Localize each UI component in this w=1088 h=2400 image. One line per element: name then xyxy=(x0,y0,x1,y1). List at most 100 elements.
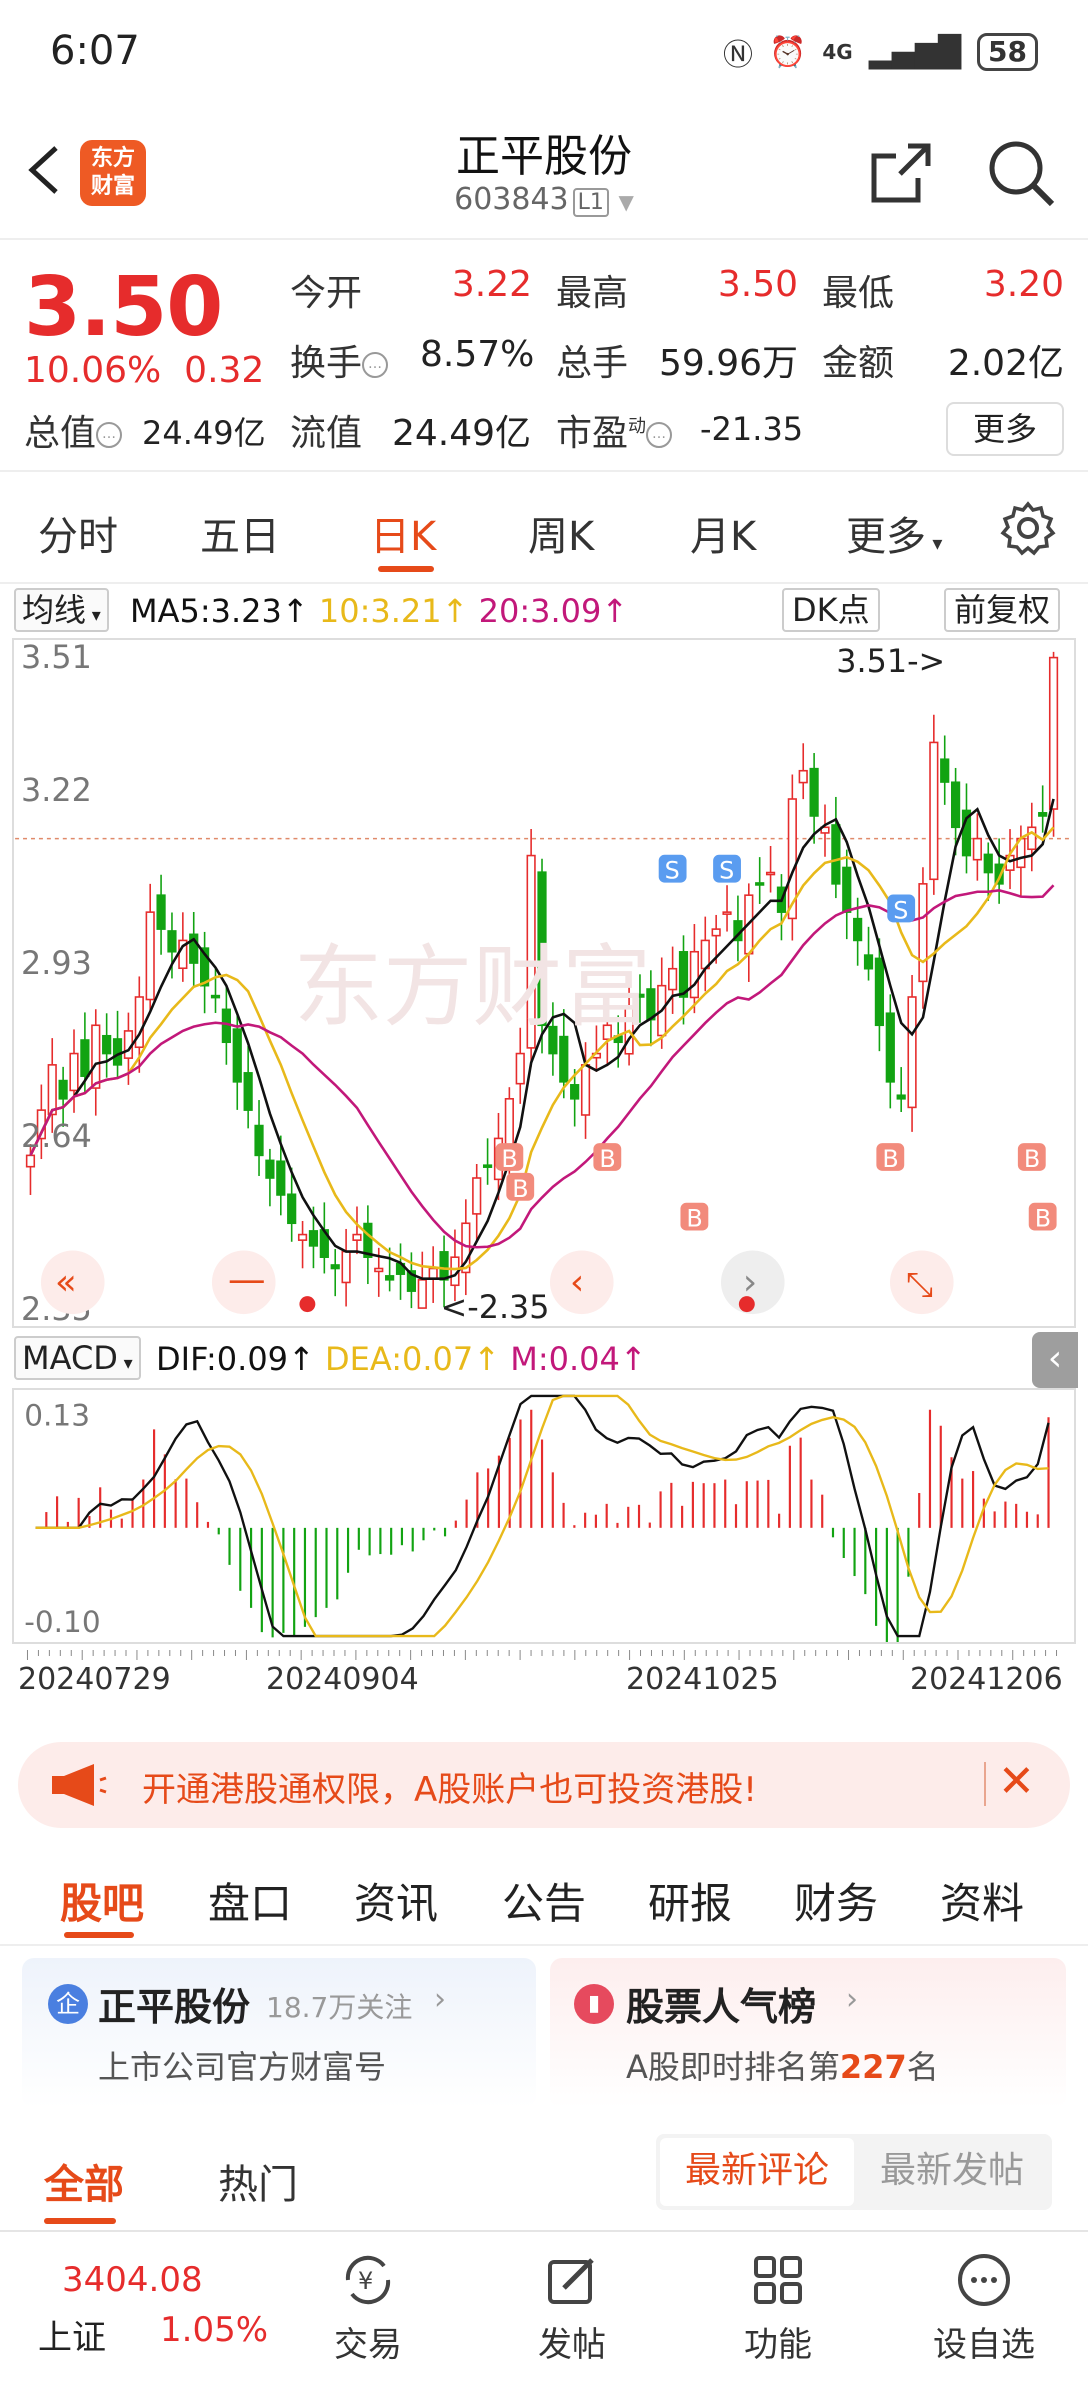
candle-body xyxy=(1038,812,1048,817)
status-bar: 6:07 Ⓝ ⏰ 4G ▂▄▆█ 58 xyxy=(0,0,1088,110)
marker-label: B xyxy=(512,1175,528,1203)
candle-body xyxy=(439,1251,449,1281)
nfc-icon: Ⓝ xyxy=(723,38,754,73)
date-label: 20240904 xyxy=(266,1662,419,1697)
search-icon[interactable] xyxy=(986,138,1056,208)
macd-indicator-bar: MACD ▾ DIF:0.09↑ DEA:0.07↑ M:0.04↑ ‹ xyxy=(0,1332,1088,1388)
high-label: 最高 xyxy=(556,273,629,314)
candle-body xyxy=(515,1052,525,1085)
tab-forum[interactable]: 股吧 xyxy=(60,1870,144,1931)
tab-research[interactable]: 研报 xyxy=(648,1870,732,1931)
turnover-label[interactable]: 换手… xyxy=(290,334,389,386)
candle-body xyxy=(58,1079,68,1100)
official-account-card[interactable]: 企 正平股份 18.7万关注 › 上市公司官方财富号 xyxy=(22,1958,536,2108)
tab-financials[interactable]: 财务 xyxy=(794,1870,878,1931)
nav-trade[interactable]: ¥ 交易 xyxy=(298,2252,438,2366)
low-value: 3.20 xyxy=(983,264,1064,305)
tab-weekly-k[interactable]: 周K xyxy=(528,504,594,562)
minus-icon: — xyxy=(228,1257,266,1301)
candle-body xyxy=(711,928,721,937)
sort-latest-comment[interactable]: 最新评论 xyxy=(660,2138,854,2206)
tab-more[interactable]: 更多 ▾ xyxy=(846,504,942,562)
candle-body xyxy=(385,1275,395,1281)
candle-body xyxy=(983,853,993,874)
macd-chart[interactable]: 0.13 -0.10 xyxy=(12,1388,1076,1644)
follower-count: 18.7万关注 xyxy=(266,1991,413,2024)
chevron-right-icon: › xyxy=(434,1982,446,2017)
candle-body xyxy=(1048,656,1059,810)
chevron-right-icon: › xyxy=(846,1982,858,2017)
svg-text:¥: ¥ xyxy=(358,2267,373,2295)
nav-label: 功能 xyxy=(744,2325,812,2365)
status-time: 6:07 xyxy=(50,28,140,74)
gear-icon[interactable] xyxy=(1000,500,1056,556)
candle-body xyxy=(863,954,874,970)
section-tabs: 股吧 盘口 资讯 公告 研报 财务 资料 xyxy=(0,1856,1088,1946)
high-annotation: 3.51-> xyxy=(836,642,945,680)
active-tab-indicator xyxy=(44,2218,116,2224)
y-label: 3.22 xyxy=(21,771,92,809)
tab-news[interactable]: 资讯 xyxy=(354,1870,438,1931)
watermark: 东方财富 xyxy=(293,936,651,1040)
candle-body xyxy=(482,1164,493,1168)
pe-label[interactable]: 市盈动… xyxy=(556,404,673,456)
tab-hot[interactable]: 热门 xyxy=(218,2152,298,2210)
tab-announcements[interactable]: 公告 xyxy=(502,1870,586,1931)
bar-chart-icon: ▮ xyxy=(574,1984,614,2024)
candle-body xyxy=(254,1124,264,1157)
nav-functions[interactable]: 功能 xyxy=(708,2252,848,2366)
mktcap-label[interactable]: 总值… xyxy=(24,404,123,456)
open-value: 3.22 xyxy=(451,264,532,305)
promo-banner[interactable]: 开通港股通权限，A股账户也可投资港股! ✕ xyxy=(18,1742,1070,1828)
candle-body xyxy=(765,871,776,876)
more-button[interactable]: 更多 xyxy=(946,402,1064,456)
candle-body xyxy=(210,994,221,999)
float-label: 流值 xyxy=(290,413,363,454)
candle-body xyxy=(25,1154,36,1168)
more-dots-icon xyxy=(958,2254,1010,2306)
period-tabs: 分时 五日 日K 周K 月K 更多 ▾ xyxy=(0,474,1088,584)
candle-body xyxy=(472,1177,482,1215)
megaphone-icon xyxy=(52,1764,107,1806)
adjust-button[interactable]: 前复权 xyxy=(944,588,1061,632)
dk-point-button[interactable]: DK点 xyxy=(782,588,880,632)
collapse-panel-button[interactable]: ‹ xyxy=(1032,1332,1078,1388)
tab-all[interactable]: 全部 xyxy=(44,2152,124,2210)
macd-select[interactable]: MACD ▾ xyxy=(14,1336,141,1380)
info-icon: … xyxy=(96,422,123,448)
battery-icon: 58 xyxy=(977,33,1038,71)
tab-orderbook[interactable]: 盘口 xyxy=(208,1870,292,1931)
tab-daily-k[interactable]: 日K xyxy=(370,504,436,562)
date-label: 20241025 xyxy=(626,1662,779,1697)
nav-label: 发帖 xyxy=(538,2325,606,2365)
candle-body xyxy=(722,911,732,915)
sort-latest-post[interactable]: 最新发帖 xyxy=(856,2138,1048,2206)
ma5-value: MA5:3.23↑ xyxy=(130,592,309,630)
dropdown-icon: ▼ xyxy=(618,190,634,214)
close-icon[interactable]: ✕ xyxy=(998,1756,1035,1807)
nav-post[interactable]: 发帖 xyxy=(502,2252,642,2366)
tab-five-day[interactable]: 五日 xyxy=(200,504,280,562)
tab-intraday[interactable]: 分时 xyxy=(38,504,118,562)
candle-body xyxy=(570,1084,580,1100)
share-icon[interactable] xyxy=(868,140,934,206)
popularity-rank-card[interactable]: ▮ 股票人气榜 › A股即时排名第227名 xyxy=(550,1958,1066,2108)
candle-body xyxy=(167,930,177,953)
candlestick-chart[interactable]: BBSBSBBSBB 东方财富 3.51 3.22 2.93 2.64 2.35… xyxy=(12,638,1076,1328)
index-value[interactable]: 3404.08 xyxy=(62,2260,203,2300)
dea-value: DEA:0.07↑ xyxy=(325,1340,501,1378)
macd-y-label: -0.10 xyxy=(24,1605,100,1639)
ma-select[interactable]: 均线 ▾ xyxy=(14,588,109,632)
nav-add-watchlist[interactable]: 设自选 xyxy=(914,2252,1054,2366)
tab-profile[interactable]: 资料 xyxy=(940,1870,1024,1931)
feed-tabs: 全部 热门 最新评论 最新发帖 xyxy=(0,2130,1088,2230)
candle-body xyxy=(91,1024,101,1089)
float-value: 24.49亿 xyxy=(392,413,532,454)
tab-monthly-k[interactable]: 月K xyxy=(690,504,756,562)
marker-dot xyxy=(738,1296,755,1313)
card-subtitle: A股即时排名第227名 xyxy=(626,2048,939,2086)
bottom-nav: 3404.08 上证 1.05% ¥ 交易 发帖 功能 设自选 xyxy=(0,2230,1088,2400)
nav-label: 交易 xyxy=(334,2325,402,2365)
banner-text: 开通港股通权限，A股账户也可投资港股! xyxy=(142,1770,757,1810)
marker-label: S xyxy=(665,857,680,885)
